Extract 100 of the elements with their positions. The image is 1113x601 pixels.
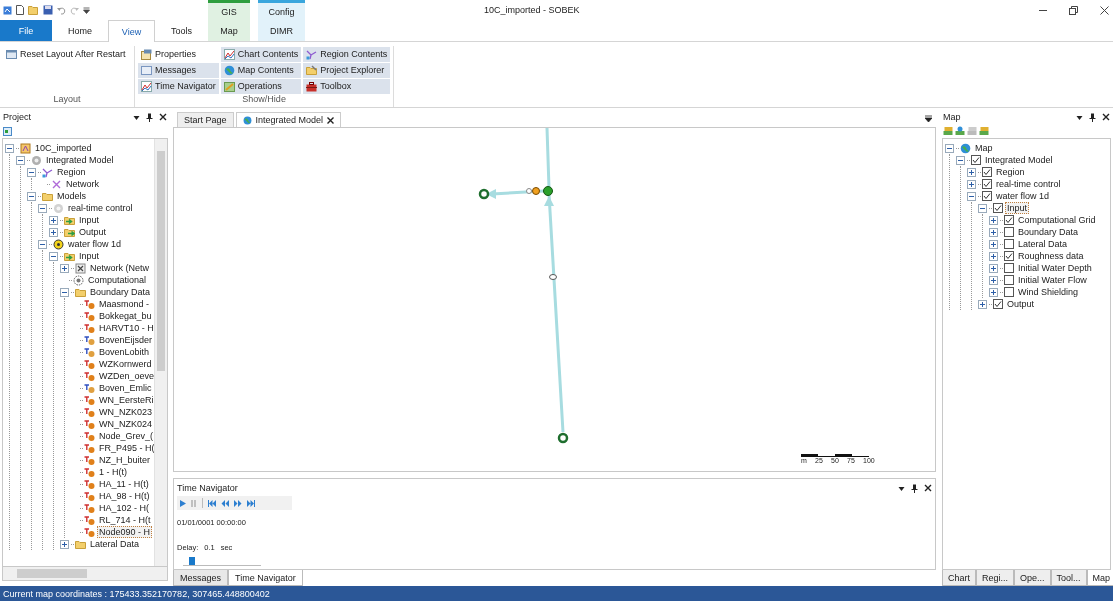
tree-item[interactable]: water flow 1d: [994, 190, 1052, 202]
checkbox[interactable]: [1004, 251, 1014, 261]
tree-item[interactable]: HA_11 - H(t): [97, 478, 151, 490]
scrollbar[interactable]: [2, 567, 168, 581]
ribbon-tab[interactable]: Tools: [155, 20, 208, 41]
collapse-toggle[interactable]: [38, 203, 47, 213]
restore-icon[interactable]: [1069, 5, 1078, 15]
ribbon-tab[interactable]: File: [0, 20, 52, 41]
document-tab[interactable]: Integrated Model: [235, 112, 342, 127]
new-document-icon[interactable]: [16, 5, 24, 15]
dropdown-icon[interactable]: [898, 484, 905, 492]
tree-item[interactable]: Roughness data: [1016, 250, 1086, 262]
tree-item[interactable]: Input: [77, 250, 102, 262]
expand-toggle[interactable]: [989, 215, 998, 225]
checkbox[interactable]: [1004, 275, 1014, 285]
layer-icon[interactable]: [979, 126, 989, 136]
tree-item[interactable]: Boven_Emlic: [97, 382, 154, 394]
tree-item[interactable]: water flow 1d: [66, 238, 124, 250]
collapse-toggle[interactable]: [16, 155, 25, 165]
tree-item[interactable]: Computational: [86, 274, 149, 286]
ribbon-button[interactable]: Chart Contents: [220, 46, 302, 62]
tree-item[interactable]: 10C_imported: [33, 142, 94, 154]
panel-tab[interactable]: Messages: [173, 570, 229, 586]
tree-item[interactable]: WN_NZK023: [97, 406, 154, 418]
panel-tab[interactable]: Tool...: [1050, 570, 1087, 586]
tree-item[interactable]: WZDen_oeve: [97, 370, 154, 382]
ribbon-button[interactable]: Properties: [138, 46, 219, 62]
tree-item[interactable]: Input: [1005, 202, 1030, 214]
expand-toggle[interactable]: [989, 287, 998, 297]
ribbon-button[interactable]: Toolbox: [303, 78, 391, 94]
expand-toggle[interactable]: [967, 167, 976, 177]
collapse-toggle[interactable]: [945, 143, 954, 153]
collapse-toggle[interactable]: [967, 191, 976, 201]
panel-tab[interactable]: Ope...: [1014, 570, 1051, 586]
save-icon[interactable]: [43, 5, 53, 15]
tree-view-icon[interactable]: [3, 126, 12, 136]
collapse-toggle[interactable]: [956, 155, 965, 165]
slider-thumb[interactable]: [189, 557, 196, 565]
close-icon[interactable]: [327, 116, 335, 124]
expand-toggle[interactable]: [978, 299, 987, 309]
tree-item[interactable]: WN_NZK024: [97, 418, 154, 430]
tree-item[interactable]: HA_102 - H(: [97, 502, 152, 514]
tree-item[interactable]: Network: [64, 178, 101, 190]
checkbox[interactable]: [982, 167, 992, 177]
tree-item[interactable]: HARVT10 - H: [97, 322, 154, 334]
tree-item[interactable]: WZKornwerd: [97, 358, 154, 370]
pin-icon[interactable]: [911, 483, 918, 493]
tree-item[interactable]: Lateral Data: [88, 538, 142, 550]
ribbon-button[interactable]: Time Navigator: [138, 78, 219, 94]
checkbox[interactable]: [993, 299, 1003, 309]
tree-item[interactable]: Wind Shielding: [1016, 286, 1081, 298]
tree-item[interactable]: Initial Water Depth: [1016, 262, 1094, 274]
tree-item[interactable]: BovenLobith: [97, 346, 152, 358]
tree-item[interactable]: real-time control: [994, 178, 1063, 190]
collapse-toggle[interactable]: [27, 167, 36, 177]
expand-toggle[interactable]: [989, 227, 998, 237]
dropdown-icon[interactable]: [925, 115, 932, 123]
tree-item[interactable]: Integrated Model: [44, 154, 116, 166]
panel-tab[interactable]: Regi...: [976, 570, 1015, 586]
document-tab[interactable]: Start Page: [177, 112, 234, 127]
expand-toggle[interactable]: [49, 215, 58, 225]
close-icon[interactable]: [159, 113, 167, 121]
collapse-toggle[interactable]: [27, 191, 36, 201]
tree-item[interactable]: NZ_H_buiter: [97, 454, 153, 466]
pin-icon[interactable]: [1089, 112, 1096, 122]
collapse-toggle[interactable]: [60, 287, 69, 297]
tree-item[interactable]: Boundary Data: [88, 286, 153, 298]
tree-item[interactable]: Network (Netw: [88, 262, 151, 274]
dropdown-icon[interactable]: [133, 113, 140, 121]
checkbox[interactable]: [1004, 215, 1014, 225]
ribbon-button[interactable]: Messages: [138, 62, 219, 78]
collapse-toggle[interactable]: [38, 239, 47, 249]
tree-item[interactable]: Output: [77, 226, 109, 238]
pin-icon[interactable]: [146, 112, 153, 122]
checkbox[interactable]: [982, 179, 992, 189]
last-icon[interactable]: [247, 499, 255, 507]
tree-item[interactable]: Initial Water Flow: [1016, 274, 1089, 286]
expand-toggle[interactable]: [967, 179, 976, 189]
ribbon-tab[interactable]: Map: [208, 20, 250, 41]
expand-toggle[interactable]: [49, 227, 58, 237]
tree-item[interactable]: Maasmond -: [97, 298, 152, 310]
tree-item[interactable]: Node_Grev_(: [97, 430, 154, 442]
ribbon-button[interactable]: Region Contents: [303, 46, 391, 62]
rewind-icon[interactable]: [221, 499, 229, 507]
checkbox[interactable]: [1004, 263, 1014, 273]
tree-item[interactable]: Models: [55, 190, 88, 202]
close-icon[interactable]: [1102, 113, 1110, 121]
ribbon-tab[interactable]: Home: [52, 20, 108, 41]
tree-item[interactable]: Output: [1005, 298, 1037, 310]
expand-toggle[interactable]: [989, 275, 998, 285]
tree-item[interactable]: Bokkegat_bu: [97, 310, 154, 322]
tree-item[interactable]: FR_P495 - H(: [97, 442, 154, 454]
expand-toggle[interactable]: [60, 539, 69, 549]
checkbox[interactable]: [1004, 287, 1014, 297]
tree-item[interactable]: Boundary Data: [1016, 226, 1081, 238]
dropdown-icon[interactable]: [83, 6, 90, 14]
tree-item[interactable]: Map: [973, 142, 995, 154]
close-icon[interactable]: [924, 484, 932, 492]
expand-toggle[interactable]: [989, 239, 998, 249]
tree-item[interactable]: Computational Grid: [1016, 214, 1098, 226]
